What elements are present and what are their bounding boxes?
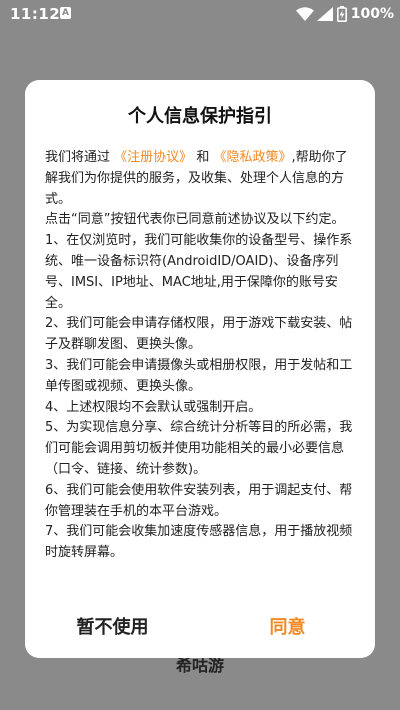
policy-item: 6、我们可能会使用软件安装列表，用于调起支付、帮你管理装在手机的本平台游戏。 [45,482,353,519]
policy-item: 5、为实现信息分享、综合统计分析等目的所必需，我们可能会调用剪切板并使用功能相关… [45,420,353,477]
policy-item: 3、我们可能会申请摄像头或相册权限，用于发帖和工单传图或视频、更换头像。 [45,357,353,394]
status-icons: 100% [295,4,394,24]
status-time: 11:12 [10,5,61,23]
privacy-policy-link[interactable]: 《隐私政策》 [213,150,291,165]
policy-item: 2、我们可能会申请存储权限，用于游戏下载安装、帖子及群聊发图、更换头像。 [45,316,353,353]
intro-prefix: 我们将通过 [45,150,111,165]
dialog-actions: 暂不使用 同意 [25,608,375,648]
battery-percent: 100% [350,6,394,22]
intro-and: 和 [196,150,210,165]
wifi-icon [295,7,314,21]
policy-item: 1、在仅浏览时，我们可能收集你的设备型号、操作系统、唯一设备标识符(Androi… [45,233,353,311]
privacy-dialog: 个人信息保护指引 我们将通过 《注册协议》 和 《隐私政策》,帮助你了解我们为你… [25,80,375,658]
policy-item: 7、我们可能会收集加速度传感器信息，用于播放视频时旋转屏幕。 [45,524,353,561]
dialog-title: 个人信息保护指引 [128,106,272,127]
register-agreement-link[interactable]: 《注册协议》 [114,150,192,165]
signal-icon [316,7,333,21]
battery-charging-icon [336,6,347,22]
dialog-body: 我们将通过 《注册协议》 和 《隐私政策》,帮助你了解我们为你提供的服务，及收集… [45,148,358,564]
consent-note: 点击“同意”按钮代表你已同意前述协议及以下约定。 [45,212,345,228]
decline-button[interactable]: 暂不使用 [25,608,200,648]
agree-button[interactable]: 同意 [200,608,375,648]
policy-item: 4、上述权限均不会默认或强制开启。 [45,399,262,415]
status-bar: 11:12 A 100% [0,0,400,28]
notification-a-icon: A [60,7,71,19]
intro-paragraph: 我们将通过 《注册协议》 和 《隐私政策》,帮助你了解我们为你提供的服务，及收集… [45,148,358,210]
